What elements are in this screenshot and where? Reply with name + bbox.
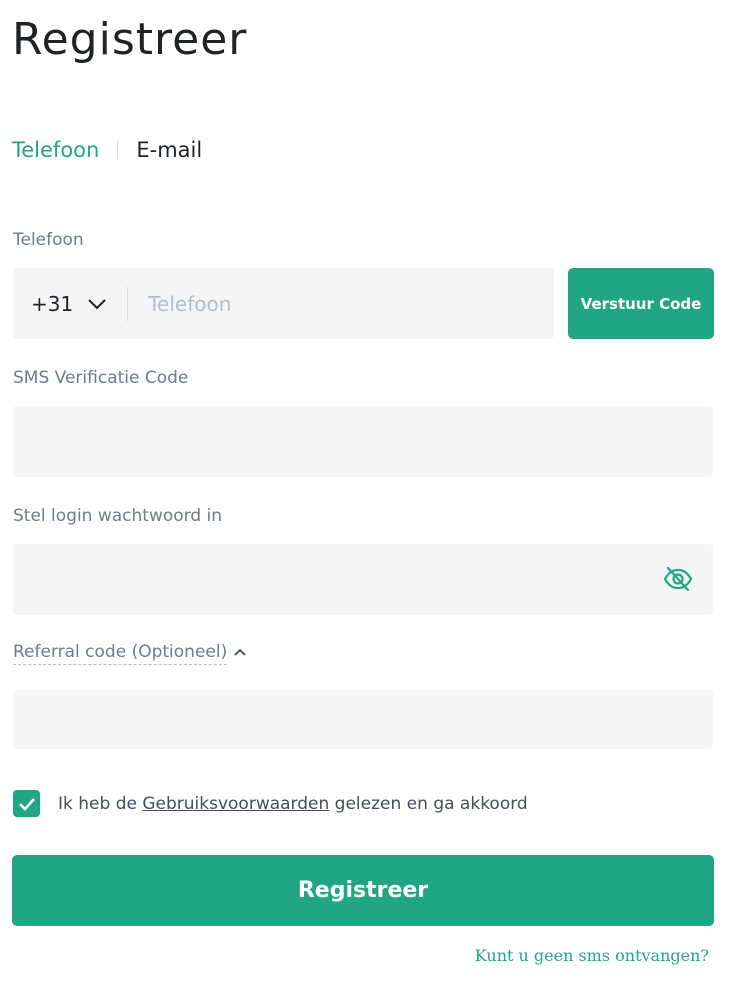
page-title: Registreer (12, 14, 248, 65)
send-code-button[interactable]: Verstuur Code (568, 268, 714, 339)
terms-prefix: Ik heb de (58, 793, 143, 814)
sms-code-field (13, 406, 713, 477)
referral-code-input[interactable] (13, 690, 713, 749)
chevron-down-icon (88, 298, 106, 309)
sms-code-input[interactable] (13, 406, 713, 477)
terms-suffix: gelezen en ga akkoord (329, 793, 528, 814)
password-label: Stel login wachtwoord in (13, 506, 223, 526)
tab-divider (117, 141, 119, 159)
tab-phone[interactable]: Telefoon (12, 138, 99, 162)
phone-field-group: +31 (13, 267, 554, 340)
terms-agreement: Ik heb de Gebruiksvoorwaarden gelezen en… (13, 790, 528, 817)
eye-off-icon[interactable] (663, 566, 693, 592)
terms-checkbox[interactable] (13, 790, 40, 817)
phone-input[interactable] (146, 267, 554, 340)
referral-toggle[interactable]: Referral code (Optioneel) (13, 640, 247, 665)
tab-email[interactable]: E-mail (136, 138, 202, 162)
country-code-value: +31 (31, 291, 74, 316)
terms-link[interactable]: Gebruiksvoorwaarden (142, 794, 329, 814)
sms-code-label: SMS Verificatie Code (13, 368, 189, 388)
country-code-divider (127, 286, 129, 321)
register-button[interactable]: Registreer (12, 855, 714, 926)
no-sms-link[interactable]: Kunt u geen sms ontvangen? (475, 946, 709, 965)
referral-code-field (13, 690, 713, 749)
password-input[interactable] (13, 544, 653, 615)
referral-label: Referral code (Optioneel) (13, 640, 228, 665)
register-method-tabs: Telefoon E-mail (12, 134, 202, 166)
password-field (13, 544, 713, 615)
country-code-select[interactable]: +31 (13, 268, 107, 339)
phone-label: Telefoon (13, 230, 84, 250)
checkmark-icon (18, 797, 35, 811)
chevron-up-icon (234, 648, 246, 656)
